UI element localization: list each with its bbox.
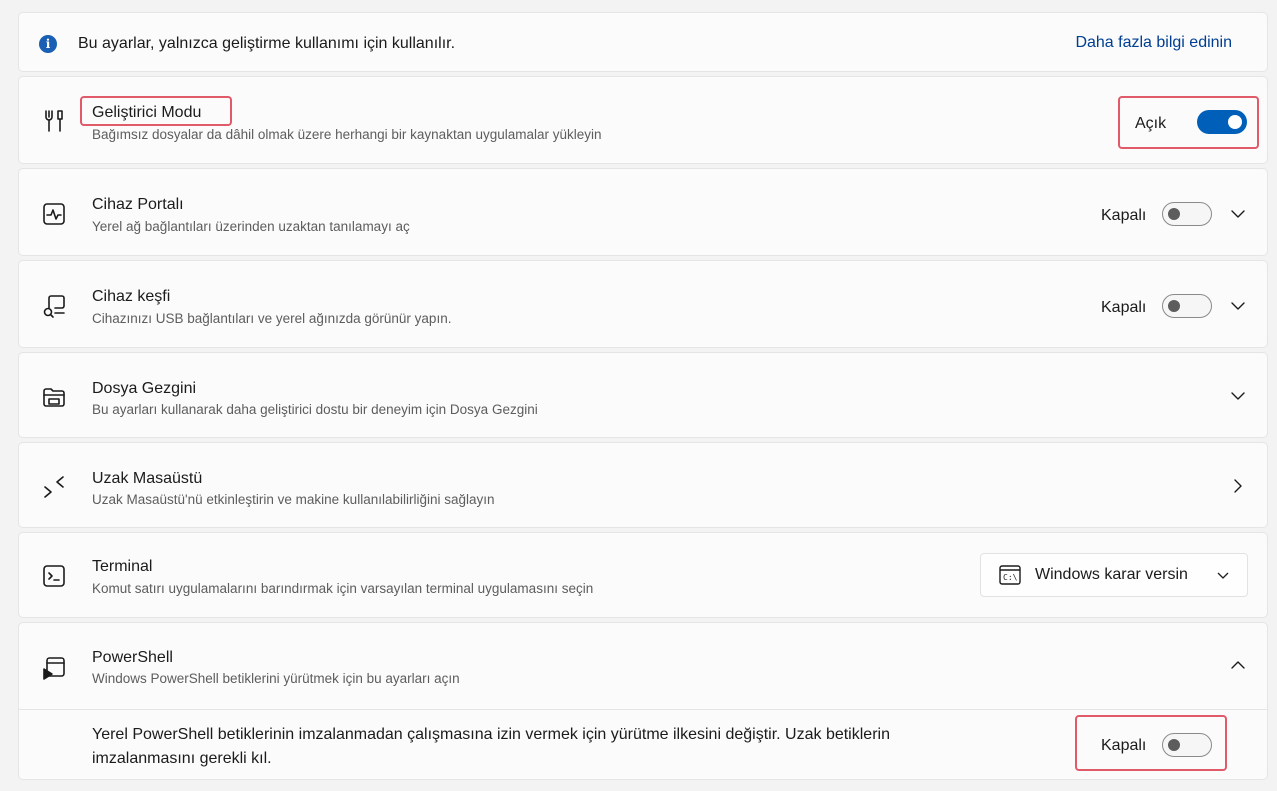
- remote-desktop-row[interactable]: Uzak Masaüstü Uzak Masaüstü'nü etkinleşt…: [18, 442, 1268, 528]
- powershell-icon: [41, 655, 67, 681]
- device-portal-icon: [41, 201, 67, 227]
- device-portal-state: Kapalı: [1101, 207, 1147, 224]
- file-explorer-desc: Bu ayarları kullanarak daha geliştirici …: [92, 402, 538, 417]
- developer-mode-row: Geliştirici Modu Bağımsız dosyalar da dâ…: [18, 76, 1268, 164]
- device-portal-row[interactable]: Cihaz Portalı Yerel ağ bağlantıları üzer…: [18, 168, 1268, 256]
- execution-policy-toggle[interactable]: [1162, 733, 1212, 757]
- developer-tools-icon: [41, 108, 67, 134]
- developer-mode-toggle[interactable]: [1197, 110, 1247, 134]
- terminal-title: Terminal: [92, 558, 153, 575]
- terminal-selected-value: Windows karar versin: [1035, 566, 1188, 583]
- terminal-icon: [41, 563, 67, 589]
- info-text: Bu ayarlar, yalnızca geliştirme kullanım…: [78, 35, 456, 52]
- device-discovery-row[interactable]: Cihaz keşfi Cihazınızı USB bağlantıları …: [18, 260, 1268, 348]
- remote-desktop-desc: Uzak Masaüstü'nü etkinleştirin ve makine…: [92, 492, 495, 507]
- developer-mode-state: Açık: [1135, 115, 1167, 132]
- info-icon: i: [39, 35, 57, 53]
- device-discovery-toggle[interactable]: [1162, 294, 1212, 318]
- chevron-right-icon[interactable]: [1230, 478, 1246, 494]
- execution-policy-state: Kapalı: [1101, 737, 1147, 754]
- developer-mode-title: Geliştirici Modu: [92, 104, 202, 121]
- powershell-desc: Windows PowerShell betiklerini yürütmek …: [92, 671, 460, 686]
- device-portal-title: Cihaz Portalı: [92, 196, 184, 213]
- powershell-row: PowerShell Windows PowerShell betiklerin…: [18, 622, 1268, 780]
- learn-more-link[interactable]: Daha fazla bilgi edinin: [1075, 34, 1232, 52]
- command-prompt-icon: C:\: [999, 565, 1021, 585]
- execution-policy-text: Yerel PowerShell betiklerinin imzalanmad…: [92, 726, 890, 767]
- chevron-down-icon[interactable]: [1230, 298, 1246, 314]
- device-discovery-icon: [41, 293, 67, 319]
- chevron-down-icon: [1217, 572, 1229, 579]
- device-discovery-desc: Cihazınızı USB bağlantıları ve yerel ağı…: [92, 311, 452, 326]
- terminal-desc: Komut satırı uygulamalarını barındırmak …: [92, 581, 594, 596]
- file-explorer-row[interactable]: Dosya Gezgini Bu ayarları kullanarak dah…: [18, 352, 1268, 438]
- svg-text:C:\: C:\: [1003, 573, 1018, 582]
- terminal-select[interactable]: C:\ Windows karar versin: [980, 553, 1248, 597]
- chevron-down-icon[interactable]: [1230, 388, 1246, 404]
- developer-mode-desc: Bağımsız dosyalar da dâhil olmak üzere h…: [92, 127, 602, 142]
- file-explorer-title: Dosya Gezgini: [92, 380, 197, 397]
- divider: [19, 709, 1267, 710]
- remote-desktop-icon: [41, 474, 67, 500]
- device-portal-toggle[interactable]: [1162, 202, 1212, 226]
- chevron-down-icon[interactable]: [1230, 206, 1246, 222]
- terminal-row: Terminal Komut satırı uygulamalarını bar…: [18, 532, 1268, 618]
- chevron-up-icon[interactable]: [1230, 657, 1246, 673]
- device-discovery-title: Cihaz keşfi: [92, 288, 171, 305]
- folder-icon: [41, 384, 67, 410]
- device-discovery-state: Kapalı: [1101, 299, 1147, 316]
- remote-desktop-title: Uzak Masaüstü: [92, 470, 203, 487]
- info-bar: i Bu ayarlar, yalnızca geliştirme kullan…: [18, 12, 1268, 72]
- powershell-title: PowerShell: [92, 649, 173, 666]
- device-portal-desc: Yerel ağ bağlantıları üzerinden uzaktan …: [92, 219, 410, 234]
